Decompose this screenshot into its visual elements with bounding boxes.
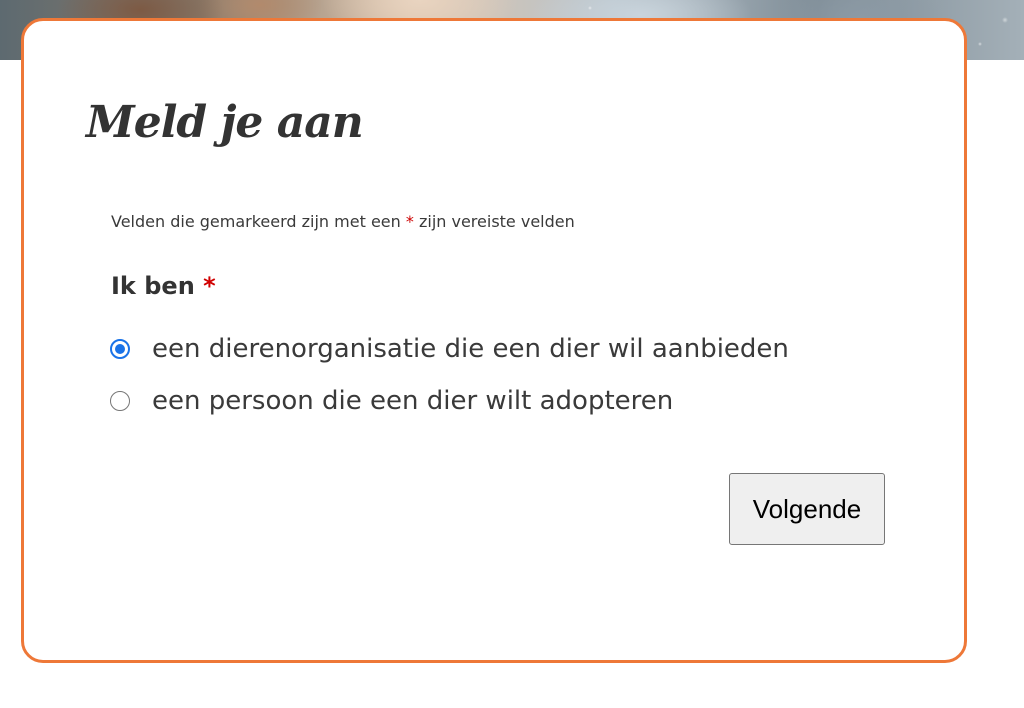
required-note-suffix: zijn vereiste velden — [418, 212, 575, 231]
required-note-prefix: Velden die gemarkeerd zijn met een — [111, 212, 401, 231]
radio-button-organisation[interactable] — [110, 339, 130, 359]
radio-option-person[interactable]: een persoon die een dier wilt adopteren — [110, 383, 673, 419]
required-asterisk: * — [405, 212, 414, 231]
radio-label-person[interactable]: een persoon die een dier wilt adopteren — [152, 383, 673, 419]
role-field-label-text: Ik ben — [111, 272, 195, 300]
required-fields-note: Velden die gemarkeerd zijn met een * zij… — [111, 212, 575, 231]
role-field-label: Ik ben * — [111, 272, 216, 300]
page-title: Meld je aan — [86, 97, 364, 148]
signup-card: Meld je aan Velden die gemarkeerd zijn m… — [21, 18, 967, 663]
radio-button-person[interactable] — [110, 391, 130, 411]
required-asterisk: * — [203, 272, 216, 300]
radio-option-organisation[interactable]: een dierenorganisatie die een dier wil a… — [110, 331, 789, 367]
radio-label-organisation[interactable]: een dierenorganisatie die een dier wil a… — [152, 331, 789, 367]
next-button[interactable]: Volgende — [729, 473, 885, 545]
